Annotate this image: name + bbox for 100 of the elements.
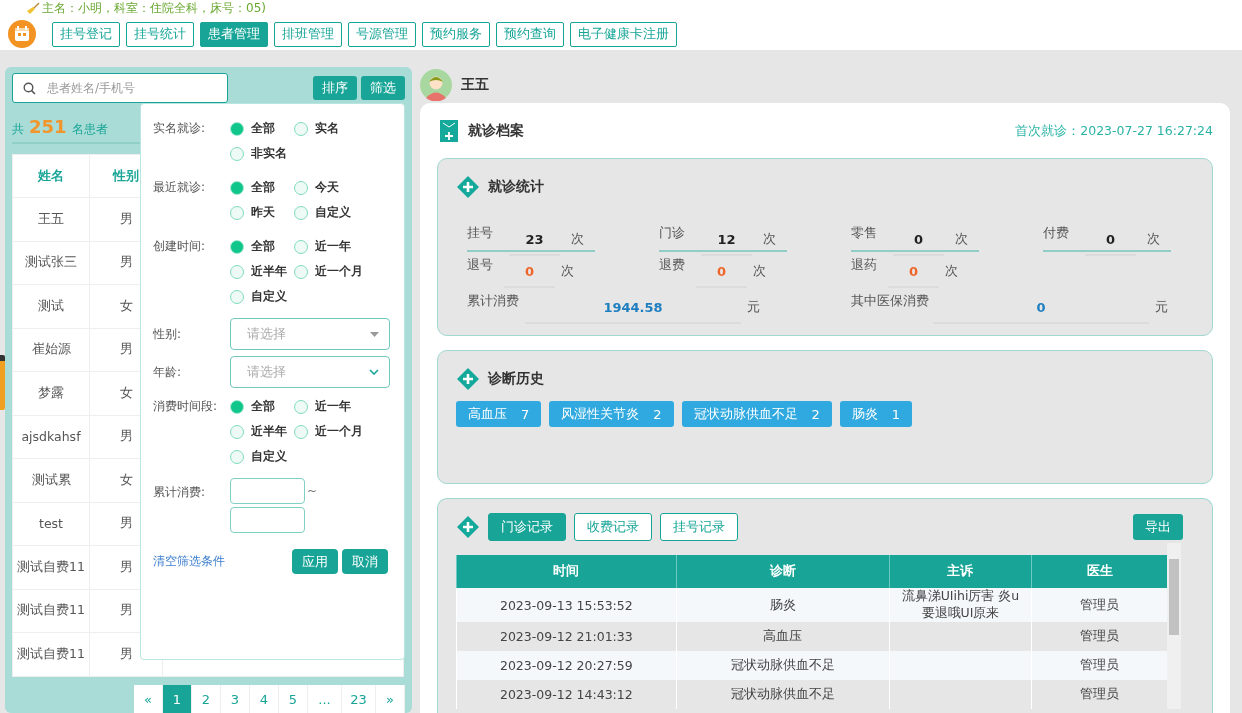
stat-value: 0 [893,224,944,256]
calendar-icon[interactable] [8,20,36,48]
tag-count: 7 [521,406,530,422]
nav-tab[interactable]: 患者管理 [200,21,268,47]
stat-unit: 次 [1147,230,1160,248]
diagnosis-tag[interactable]: 肠炎 1 [839,401,913,427]
column-header: 诊断 [676,555,890,588]
stat-label: 累计消费 [467,292,520,310]
stat-label: 退号 [467,256,493,274]
table-cell: 管理员 [1031,588,1167,622]
column-header: 主诉 [889,555,1032,588]
nav-tab[interactable]: 号源管理 [348,21,416,47]
table-cell: 王五 [12,197,90,241]
table-cell: 管理员 [1031,622,1167,651]
record-tab[interactable]: 门诊记录 [488,513,566,541]
column-header: 姓名 [12,154,90,198]
record-tab[interactable]: 收费记录 [574,513,652,541]
diagnosis-tag[interactable]: 冠状动脉供血不足 2 [681,401,832,427]
table-cell: test [12,502,90,546]
plus-diamond-icon [456,515,480,539]
stat-unit: 次 [753,262,766,280]
stat-label: 付费 [1043,224,1069,242]
export-button[interactable]: 导出 [1133,514,1183,540]
table-cell: 2023-09-12 21:01:33 [456,622,677,651]
patient-name: 王五 [461,76,489,94]
nav-tab[interactable]: 排班管理 [274,21,342,47]
table-cell: 崔始源 [12,328,90,372]
tag-label: 高血压 [468,405,507,423]
table-cell: 管理员 [1031,651,1167,680]
range-separator: ~ [307,484,318,498]
toolbar-button[interactable]: 排序 [313,76,357,100]
table-cell: 肠炎 [676,588,890,622]
tag-count: 2 [653,406,662,422]
table-cell: ajsdkahsf [12,415,90,459]
table-cell: 测试自费11 [12,545,90,589]
table-cell: 2023-09-12 14:43:12 [456,680,677,709]
nav-tab[interactable]: 预约服务 [422,21,490,47]
tag-label: 冠状动脉供血不足 [693,405,798,423]
scrollbar[interactable] [1167,543,1181,709]
section-title: 就诊统计 [488,178,544,196]
stat-unit: 次 [763,230,776,248]
diagnosis-tag[interactable]: 高血压 7 [456,401,542,427]
table-cell: 2023-09-12 20:27:59 [456,651,677,680]
stat-unit: 次 [561,262,574,280]
table-cell: 冠状动脉供血不足 [676,680,890,709]
table-cell: 管理员 [1031,680,1167,709]
stat-value: 1944.58 [525,292,741,324]
record-tab[interactable]: 挂号记录 [660,513,738,541]
plus-diamond-icon [456,367,480,391]
medical-file-icon [440,120,458,142]
patient-count: 251 [29,116,67,137]
search-icon [23,82,36,95]
nav-tab[interactable]: 电子健康卡注册 [570,21,677,47]
table-cell: 测试张三 [12,241,90,285]
input-field[interactable] [230,478,305,504]
stat-unit: 元 [1155,298,1168,316]
side-tab[interactable] [0,355,5,410]
nav-tab[interactable]: 挂号统计 [126,21,194,47]
stat-unit: 次 [955,230,968,248]
diagnosis-tag[interactable]: 风湿性关节炎 2 [549,401,674,427]
stat-label: 退费 [659,256,685,274]
table-cell: 高血压 [676,622,890,651]
section-title: 诊断历史 [488,370,544,388]
caret-down-icon [370,331,379,337]
first-visit-time: 首次就诊：2023-07-27 16:27:24 [1015,122,1213,140]
page-button[interactable]: 1 [163,685,192,713]
stat-label: 门诊 [659,224,685,242]
chevron-down-icon [369,369,379,375]
select-field[interactable]: 请选择 [230,356,390,388]
tag-count: 1 [891,406,901,422]
stat-value: 0 [888,256,939,288]
toolbar-button[interactable]: 筛选 [361,76,405,100]
table-cell: 测试自费11 [12,632,90,676]
table-cell: 测试累 [12,458,90,502]
nav-tab[interactable]: 预约查询 [496,21,564,47]
stat-unit: 次 [945,262,958,280]
stat-value: 12 [701,224,752,256]
tag-count: 2 [811,406,820,422]
stat-unit: 元 [747,298,760,316]
stat-value: 23 [509,224,560,256]
tag-label: 风湿性关节炎 [561,405,640,423]
stat-value: 0 [1085,224,1136,256]
stat-label: 其中医保消费 [851,292,930,310]
table-cell: 冠状动脉供血不足 [676,651,890,680]
radio-option[interactable]: 实名 [294,113,358,144]
user-info: 主名：小明，科室：住院全科，床号：05) [42,0,266,17]
table-cell: 流鼻涕UIihi厉害 炎u要退哦UI原来 [889,588,1032,622]
popup-button[interactable]: 应用 [292,549,338,574]
table-cell: 2023-09-13 15:53:52 [456,588,677,622]
stat-value: 0 [933,292,1149,324]
stat-label: 退药 [851,256,877,274]
count-prefix: 共 [12,121,24,138]
tag-label: 肠炎 [851,405,878,423]
card-title: 就诊档案 [468,122,524,140]
search-field[interactable]: 患者姓名/手机号 [12,73,228,103]
nav-tab[interactable]: 挂号登记 [52,21,120,47]
popup-button[interactable]: 取消 [342,549,388,574]
select-field[interactable]: 请选择 [230,318,390,350]
input-field[interactable] [230,507,305,533]
count-suffix: 名患者 [71,121,108,138]
